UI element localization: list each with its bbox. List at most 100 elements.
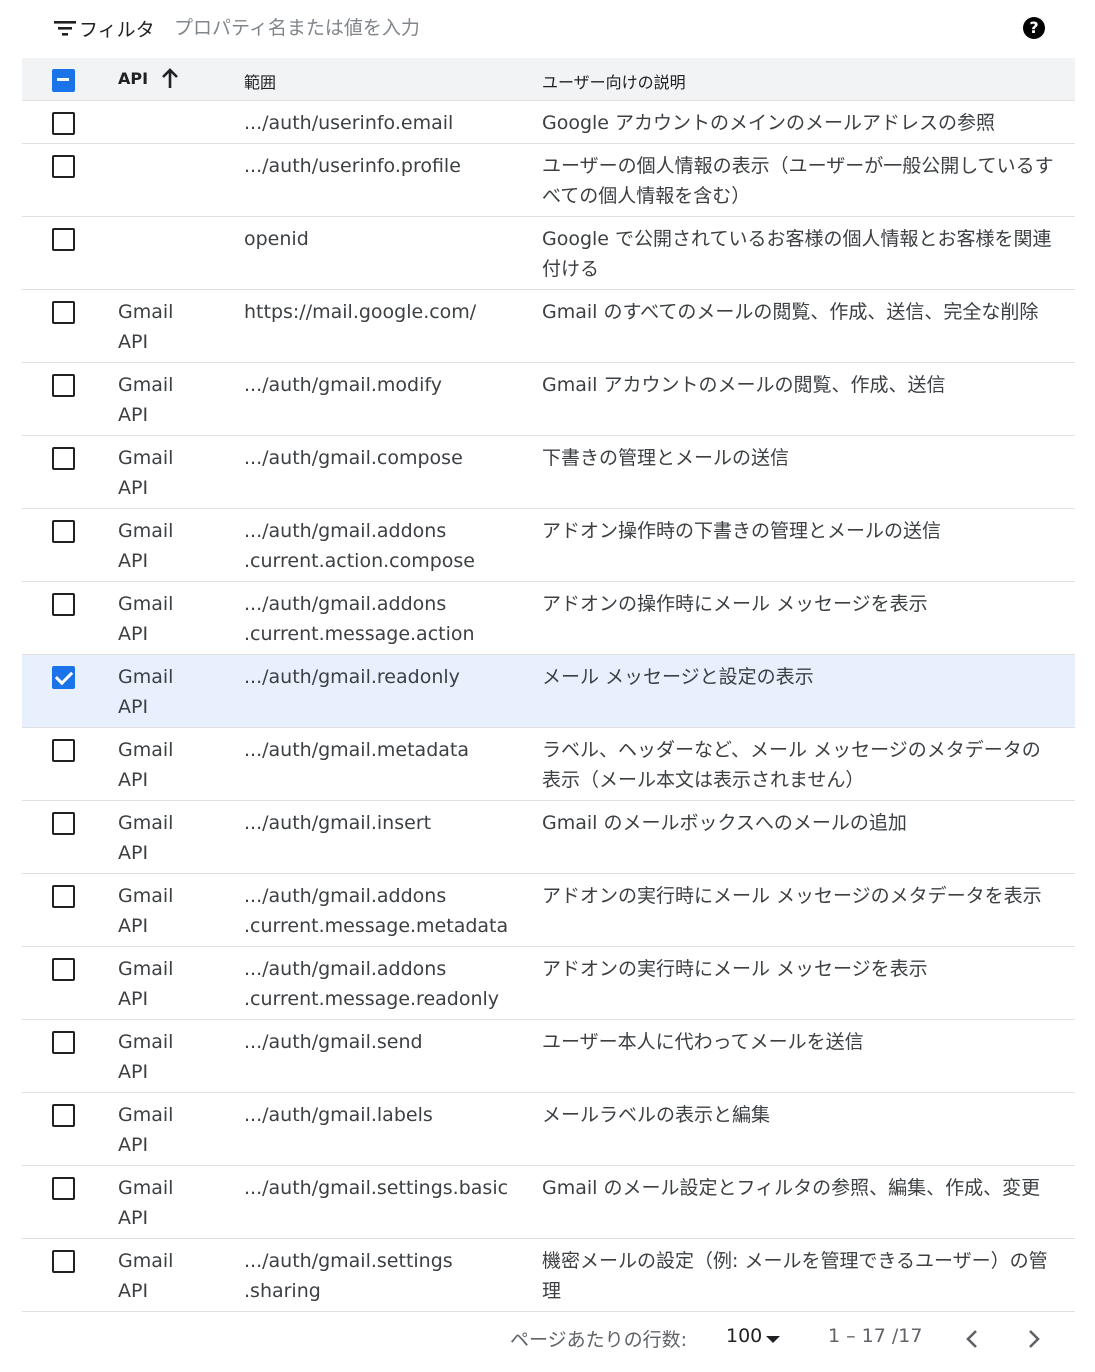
cell-description: Gmail のメール設定とフィルタの参照、編集、作成、変更 (542, 1177, 1041, 1199)
row-checkbox[interactable] (52, 228, 75, 251)
table-row[interactable]: Gmail API .../auth/gmail.send ユーザー本人に代わってメ… (22, 1020, 1075, 1093)
table-header: API 範囲 ユーザー向けの説明 (22, 58, 1075, 101)
table-row[interactable]: Gmail API .../auth/gmail.labels メールラベルの表示と… (22, 1093, 1075, 1166)
table-row[interactable]: Gmail API https://mail.google.com/Gmail の… (22, 290, 1075, 363)
row-checkbox[interactable] (52, 1177, 75, 1200)
sort-ascending-icon[interactable] (160, 68, 180, 90)
cell-api: Gmail API (118, 666, 174, 718)
table-row[interactable]: Gmail API .../auth/gmail.addons .current.… (22, 509, 1075, 582)
cell-description: アドオン操作時の下書きの管理とメールの送信 (542, 520, 942, 542)
table-body: .../auth/userinfo.email Google アカウントのメインの… (22, 101, 1075, 1312)
pagination-range: 1 – 17 /17 (828, 1325, 923, 1347)
row-checkbox[interactable] (52, 374, 75, 397)
table-row[interactable]: Gmail API .../auth/gmail.compose 下書きの管理とメー… (22, 436, 1075, 509)
cell-scope: .../auth/gmail.addons .current.message.m… (244, 885, 509, 937)
table-row[interactable]: Gmail API .../auth/gmail.addons .current.… (22, 582, 1075, 655)
table-row[interactable]: Gmail API .../auth/gmail.addons .current.… (22, 874, 1075, 947)
filter-input[interactable] (174, 12, 874, 44)
cell-api: Gmail API (118, 447, 174, 499)
row-checkbox[interactable] (52, 812, 75, 835)
filter-bar: フィルタ ? (22, 0, 1075, 58)
table-row[interactable]: Gmail API .../auth/gmail.metadata ラベル、ヘッダー… (22, 728, 1075, 801)
cell-description: Gmail のメールボックスへのメールの追加 (542, 812, 907, 834)
next-page-icon[interactable] (1022, 1328, 1044, 1350)
cell-scope: .../auth/gmail.modify (244, 374, 442, 396)
cell-description: ラベル、ヘッダーなど、メール メッセージのメタデータの表示（メール本文は表示され… (542, 739, 1041, 791)
table-row[interactable]: Gmail API .../auth/gmail.settings.basic Gm… (22, 1166, 1075, 1239)
cell-scope: .../auth/gmail.settings.basic (244, 1177, 509, 1199)
cell-description: アドオンの実行時にメール メッセージのメタデータを表示 (542, 885, 1042, 907)
cell-scope: .../auth/gmail.metadata (244, 739, 469, 761)
cell-description: ユーザー本人に代わってメールを送信 (542, 1031, 864, 1053)
cell-scope: .../auth/gmail.addons .current.message.a… (244, 593, 475, 645)
row-checkbox[interactable] (52, 1104, 75, 1127)
cell-scope: .../auth/gmail.addons .current.action.co… (244, 520, 475, 572)
row-checkbox[interactable] (52, 1250, 75, 1273)
row-checkbox[interactable] (52, 593, 75, 616)
table-row[interactable]: Gmail API .../auth/gmail.settings .sharin… (22, 1239, 1075, 1312)
table-row[interactable]: .../auth/userinfo.email Google アカウントのメインの… (22, 101, 1075, 144)
cell-scope: https://mail.google.com/ (244, 301, 477, 323)
cell-scope: .../auth/gmail.labels (244, 1104, 433, 1126)
table-row[interactable]: Gmail API .../auth/gmail.insert Gmail のメール… (22, 801, 1075, 874)
cell-scope: .../auth/userinfo.email (244, 112, 454, 134)
row-checkbox[interactable] (52, 739, 75, 762)
column-header-scope: 範囲 (244, 73, 277, 92)
row-checkbox[interactable] (52, 112, 75, 135)
cell-description: Google アカウントのメインのメールアドレスの参照 (542, 112, 996, 134)
cell-scope: .../auth/userinfo.profile (244, 155, 461, 177)
cell-description: メールラベルの表示と編集 (542, 1104, 771, 1126)
help-icon[interactable]: ? (1023, 17, 1045, 39)
cell-scope: .../auth/gmail.send (244, 1031, 423, 1053)
previous-page-icon[interactable] (962, 1328, 984, 1350)
cell-description: アドオンの実行時にメール メッセージを表示 (542, 958, 928, 980)
table-row[interactable]: Gmail API .../auth/gmail.readonly メール メッセー… (22, 655, 1075, 728)
cell-api: Gmail API (118, 1250, 174, 1302)
cell-api: Gmail API (118, 1177, 174, 1229)
row-checkbox[interactable] (52, 1031, 75, 1054)
table-row[interactable]: Gmail API .../auth/gmail.addons .current.… (22, 947, 1075, 1020)
cell-api: Gmail API (118, 739, 174, 791)
cell-scope: .../auth/gmail.settings .sharing (244, 1250, 453, 1302)
cell-description: メール メッセージと設定の表示 (542, 666, 814, 688)
select-all-checkbox[interactable] (52, 69, 75, 92)
cell-api: Gmail API (118, 374, 174, 426)
cell-scope: .../auth/gmail.readonly (244, 666, 460, 688)
cell-api: Gmail API (118, 958, 174, 1010)
rows-per-page-label: ページあたりの行数: (510, 1329, 688, 1351)
cell-description: Gmail のすべてのメールの閲覧、作成、送信、完全な削除 (542, 301, 1039, 323)
cell-description: アドオンの操作時にメール メッセージを表示 (542, 593, 928, 615)
column-header-description: ユーザー向けの説明 (542, 73, 686, 92)
dropdown-arrow-icon[interactable] (766, 1336, 780, 1343)
column-header-api[interactable]: API (118, 69, 148, 88)
cell-description: 機密メールの設定（例: メールを管理できるユーザー）の管理 (542, 1250, 1048, 1302)
cell-api: Gmail API (118, 301, 174, 353)
rows-per-page-select[interactable]: 100 (726, 1325, 762, 1347)
pagination-bar: ページあたりの行数: 100 1 – 17 /17 (22, 1312, 1075, 1370)
table-row[interactable]: .../auth/userinfo.profile ユーザーの個人情報の表示（ユー… (22, 144, 1075, 217)
row-checkbox[interactable] (52, 885, 75, 908)
cell-api: Gmail API (118, 1031, 174, 1083)
scopes-panel: フィルタ ? API 範囲 ユーザー向けの説明 .../auth/userinf… (22, 0, 1075, 1370)
cell-api: Gmail API (118, 520, 174, 572)
filter-label[interactable]: フィルタ (79, 15, 155, 42)
cell-api: Gmail API (118, 593, 174, 645)
cell-description: 下書きの管理とメールの送信 (542, 447, 790, 469)
cell-scope: .../auth/gmail.insert (244, 812, 432, 834)
table-row[interactable]: Gmail API .../auth/gmail.modify Gmail アカウン… (22, 363, 1075, 436)
row-checkbox[interactable] (52, 301, 75, 324)
cell-api: Gmail API (118, 1104, 174, 1156)
row-checkbox[interactable] (52, 155, 75, 178)
cell-scope: .../auth/gmail.compose (244, 447, 463, 469)
cell-description: Google で公開されているお客様の個人情報とお客様を関連付ける (542, 228, 1052, 280)
table-row[interactable]: openid Google で公開されているお客様の個人情報とお客様を関連付ける (22, 217, 1075, 290)
cell-api: Gmail API (118, 812, 174, 864)
cell-description: Gmail アカウントのメールの閲覧、作成、送信 (542, 374, 946, 396)
row-checkbox[interactable] (52, 447, 75, 470)
row-checkbox[interactable] (52, 958, 75, 981)
row-checkbox[interactable] (52, 666, 75, 689)
cell-scope: openid (244, 228, 309, 250)
filter-icon[interactable] (54, 20, 76, 36)
cell-description: ユーザーの個人情報の表示（ユーザーが一般公開しているすべての個人情報を含む） (542, 155, 1054, 207)
row-checkbox[interactable] (52, 520, 75, 543)
